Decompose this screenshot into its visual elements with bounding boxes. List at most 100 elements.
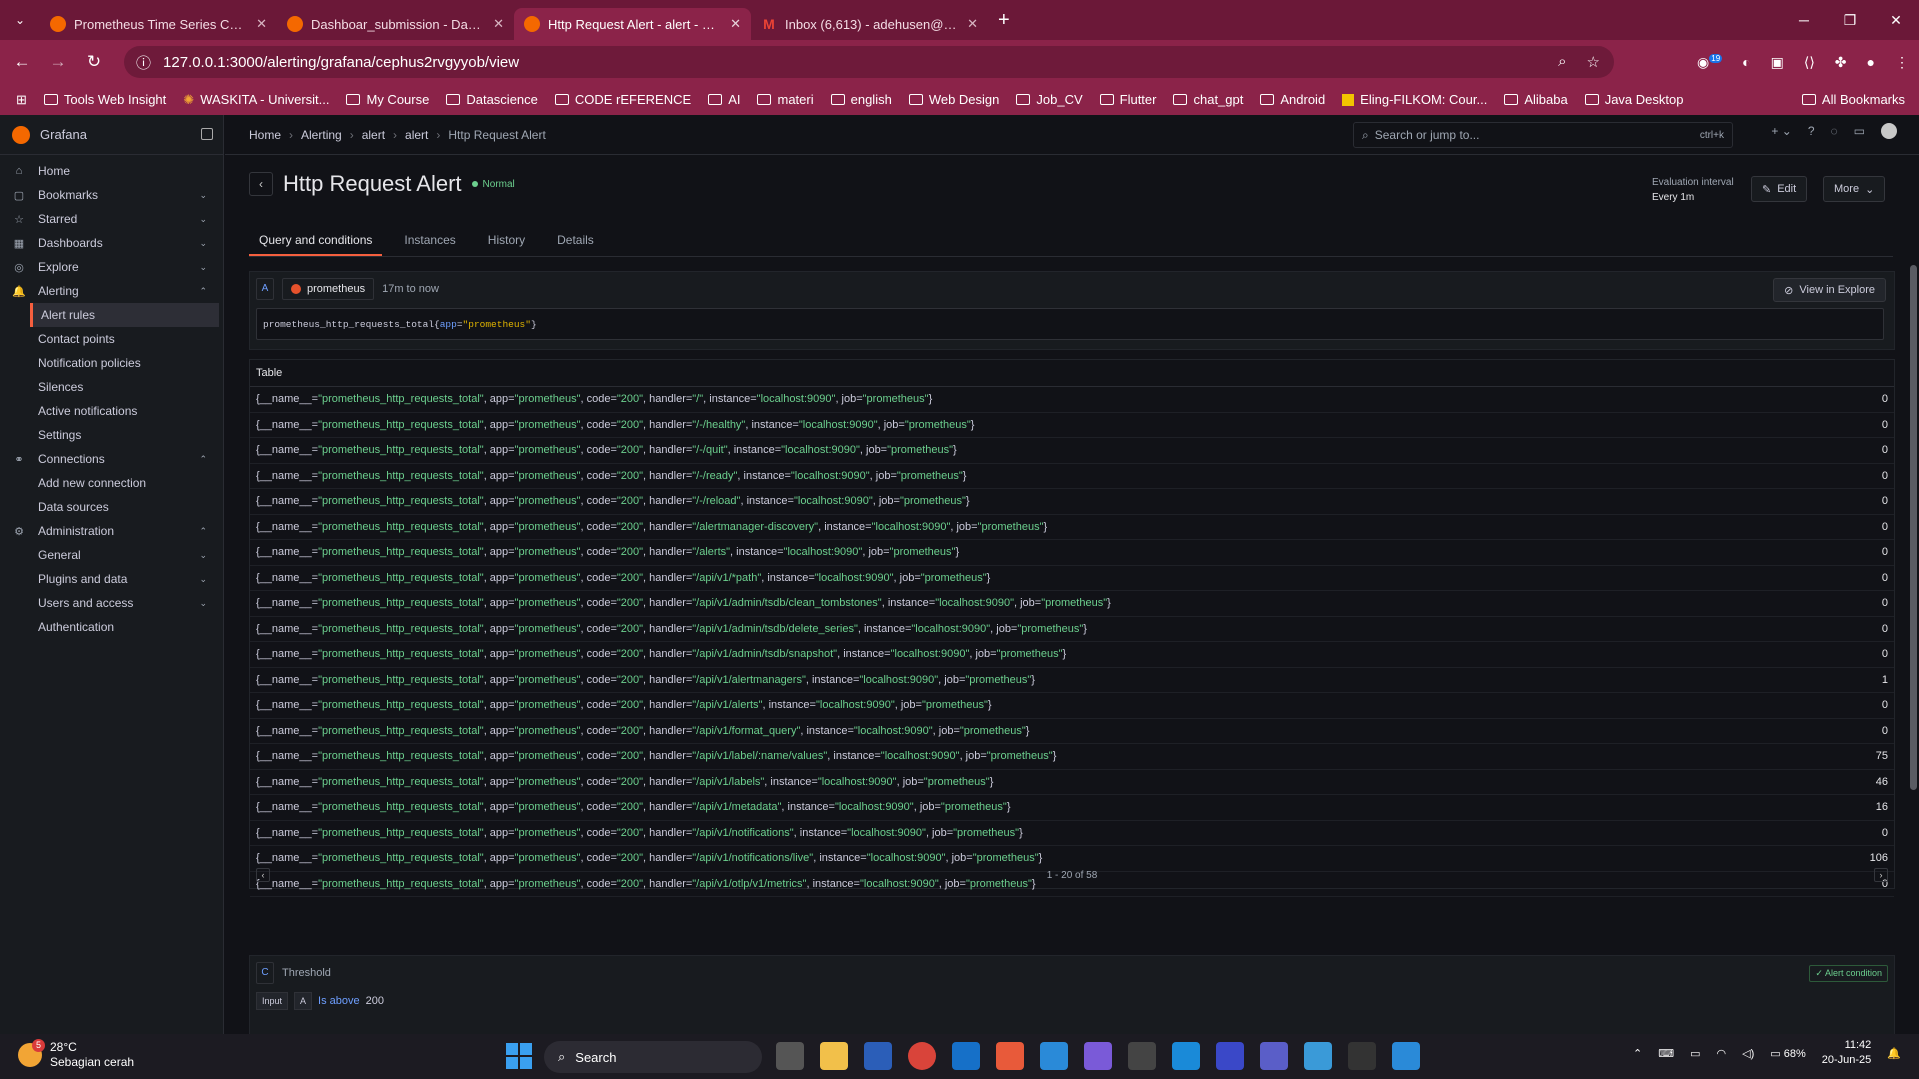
minimize-icon[interactable]: ─ (1781, 0, 1827, 40)
site-info-icon[interactable]: ⓘ (136, 52, 151, 73)
chevron-icon[interactable]: ⌄ (199, 190, 207, 201)
bookmark-item[interactable]: chat_gpt (1173, 92, 1243, 107)
more-button[interactable]: More ⌄ (1823, 176, 1886, 202)
teams-icon[interactable] (1260, 1042, 1288, 1070)
search-input[interactable]: ⌕ Search or jump to... ctrl+k (1353, 122, 1733, 148)
chevron-icon[interactable]: ⌄ (199, 262, 207, 273)
chevron-icon[interactable]: ⌄ (199, 214, 207, 225)
sidebar-item-general[interactable]: General ⌄ (0, 543, 219, 567)
sidebar-item-starred[interactable]: ☆ Starred ⌄ (0, 207, 219, 231)
breadcrumb-group[interactable]: alert (405, 128, 428, 142)
news-icon[interactable]: ◌ (1831, 124, 1838, 138)
chevron-icon[interactable]: ⌃ (199, 526, 207, 537)
url-bar[interactable]: ⓘ 127.0.0.1:3000/alerting/grafana/cephus… (124, 46, 1614, 78)
terminal-icon[interactable] (1348, 1042, 1376, 1070)
dock-menu-icon[interactable] (201, 128, 213, 140)
help-icon[interactable]: ? (1808, 124, 1815, 138)
browser-tab-3[interactable]: Http Request Alert - alert - alert ✕ (514, 8, 751, 40)
start-button[interactable] (506, 1043, 532, 1069)
close-window-icon[interactable]: ✕ (1873, 0, 1919, 40)
sidebar-item-bookmarks[interactable]: ▢ Bookmarks ⌄ (0, 183, 219, 207)
sync-extension-icon[interactable]: ◐ (1742, 54, 1750, 70)
file-explorer-icon[interactable] (820, 1042, 848, 1070)
sidebar-item-data-sources[interactable]: Data sources (0, 495, 219, 519)
outlook-icon[interactable] (952, 1042, 980, 1070)
bookmark-item[interactable]: Tools Web Insight (43, 92, 166, 107)
devtools-extension-icon[interactable]: ▣ (1771, 54, 1784, 71)
profile-avatar[interactable]: ● (1867, 54, 1875, 70)
slash-app-icon[interactable] (1216, 1042, 1244, 1070)
bookmark-item[interactable]: ✺ WASKITA - Universit... (183, 92, 329, 108)
browser-tab-1[interactable]: Prometheus Time Series Collect ✕ (40, 8, 277, 40)
word-icon[interactable] (864, 1042, 892, 1070)
scrollbar[interactable] (1910, 265, 1917, 790)
bookmark-star-icon[interactable]: ☆ (1587, 53, 1600, 71)
bookmark-item[interactable]: materi (757, 92, 814, 107)
bookmark-item[interactable]: AI (708, 92, 740, 107)
tab-details[interactable]: Details (547, 227, 604, 256)
chrome-menu-icon[interactable]: ⋮ (1895, 54, 1909, 71)
sidebar-item-active-notifications[interactable]: Active notifications (0, 399, 219, 423)
sidebar-item-plugins-and-data[interactable]: Plugins and data ⌄ (0, 567, 219, 591)
bookmark-item[interactable]: Job_CV (1016, 92, 1083, 107)
sidebar-item-alert-rules[interactable]: Alert rules (30, 303, 219, 327)
close-tab-icon[interactable]: ✕ (256, 16, 267, 32)
bookmark-item[interactable]: My Course (346, 92, 429, 107)
restore-icon[interactable]: ❐ (1827, 0, 1873, 40)
sidebar-item-dashboards[interactable]: ▦ Dashboards ⌄ (0, 231, 219, 255)
close-tab-icon[interactable]: ✕ (730, 16, 741, 32)
wifi-icon[interactable]: ◠ (1717, 1047, 1727, 1060)
grafana-home-link[interactable]: Grafana (0, 115, 223, 155)
chevron-icon[interactable]: ⌃ (199, 286, 207, 297)
browser-tab-2[interactable]: Dashboar_submission - Dashbo ✕ (277, 8, 514, 40)
all-bookmarks-button[interactable]: All Bookmarks (1801, 92, 1905, 107)
extension-icon[interactable]: ◉ 19 (1697, 54, 1723, 71)
sidebar-item-authentication[interactable]: Authentication (0, 615, 219, 639)
chrome-icon[interactable] (908, 1042, 936, 1070)
weather-widget[interactable]: 5 28°C Sebagian cerah (18, 1039, 134, 1070)
sidebar-item-add-new-connection[interactable]: Add new connection (0, 471, 219, 495)
sidebar-item-silences[interactable]: Silences (0, 375, 219, 399)
breadcrumb-folder[interactable]: alert (362, 128, 385, 142)
extensions-puzzle-icon[interactable]: ✤ (1835, 54, 1847, 71)
battery-icon[interactable]: ▭ 68% (1770, 1047, 1805, 1060)
tab-query-and-conditions[interactable]: Query and conditions (249, 227, 383, 256)
vscode-icon[interactable] (1040, 1042, 1068, 1070)
apps-grid-icon[interactable]: ⊞ (16, 92, 27, 108)
chevron-icon[interactable]: ⌃ (199, 454, 207, 465)
back-icon[interactable]: ← (4, 52, 40, 72)
view-in-explore-button[interactable]: ⊘ View in Explore (1773, 278, 1886, 302)
store-icon[interactable] (1128, 1042, 1156, 1070)
prev-page-button[interactable]: ‹ (256, 868, 270, 882)
tab-instances[interactable]: Instances (394, 227, 465, 256)
close-tab-icon[interactable]: ✕ (493, 16, 504, 32)
browser-tab-4[interactable]: M Inbox (6,613) - adehusen@gma ✕ (751, 8, 988, 40)
new-tab-button[interactable]: + (998, 9, 1010, 32)
bookmark-item[interactable]: Flutter (1099, 92, 1156, 107)
next-page-button[interactable]: › (1874, 868, 1888, 882)
close-tab-icon[interactable]: ✕ (967, 16, 978, 32)
chevron-icon[interactable]: ⌄ (199, 550, 207, 561)
bookmark-item[interactable]: Eling-FILKOM: Cour... (1342, 92, 1487, 107)
sidebar-item-explore[interactable]: ◎ Explore ⌄ (0, 255, 219, 279)
bookmark-item[interactable]: Web Design (908, 92, 999, 107)
m365-icon[interactable] (1084, 1042, 1112, 1070)
sidebar-item-users-and-access[interactable]: Users and access ⌄ (0, 591, 219, 615)
zoom-icon[interactable]: ⌕ (1558, 53, 1566, 71)
tray-chevron-icon[interactable]: ⌃ (1633, 1047, 1642, 1060)
sidebar-item-home[interactable]: ⌂ Home (0, 159, 219, 183)
notification-bell-icon[interactable]: 🔔 (1887, 1047, 1901, 1060)
tab-search-button[interactable]: ⌄ (0, 0, 40, 40)
bookmark-item[interactable]: Java Desktop (1584, 92, 1683, 107)
code-extension-icon[interactable]: ⟨⟩ (1804, 54, 1815, 71)
task-view-icon[interactable] (776, 1042, 804, 1070)
sidebar-item-administration[interactable]: ⚙ Administration ⌃ (0, 519, 219, 543)
chevron-icon[interactable]: ⌄ (199, 598, 207, 609)
notepad-icon[interactable] (1304, 1042, 1332, 1070)
xmind-icon[interactable] (996, 1042, 1024, 1070)
bookmark-item[interactable]: english (830, 92, 892, 107)
bookmark-item[interactable]: Alibaba (1504, 92, 1568, 107)
reload-icon[interactable]: ↻ (76, 52, 112, 72)
bookmark-item[interactable]: CODE rEFERENCE (554, 92, 691, 107)
sidebar-item-settings[interactable]: Settings (0, 423, 219, 447)
